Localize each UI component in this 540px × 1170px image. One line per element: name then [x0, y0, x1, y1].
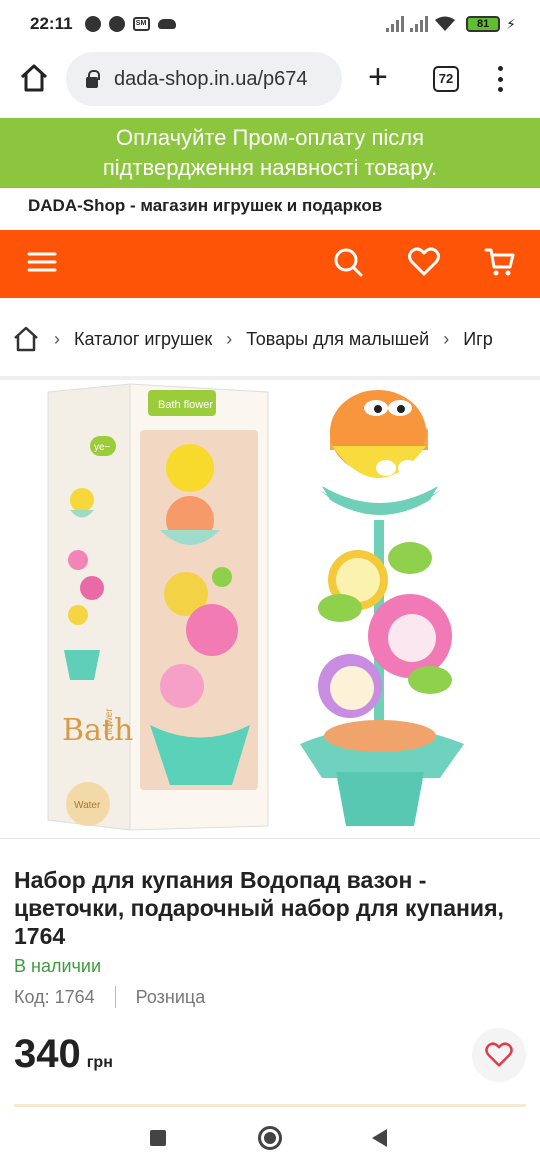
heart-icon	[485, 1042, 513, 1067]
breadcrumb-item[interactable]: Каталог игрушек	[74, 329, 212, 350]
notification-icon	[84, 16, 101, 32]
status-bar: 22:11 SM 81 ⚡	[0, 0, 540, 48]
price-value: 340	[14, 1032, 81, 1076]
price-currency: грн	[86, 1054, 113, 1071]
section-divider	[0, 838, 540, 839]
breadcrumb-item[interactable]: Игр	[463, 329, 493, 350]
battery-icon: 81	[466, 16, 501, 32]
status-time: 22:11	[30, 14, 73, 33]
signal-icon	[386, 16, 405, 32]
recents-icon[interactable]	[150, 1130, 166, 1146]
chevron-right-icon: ›	[443, 328, 450, 349]
hamburger-icon[interactable]	[26, 246, 58, 278]
availability-status: В наличии	[14, 956, 102, 976]
notification-icon	[108, 16, 125, 32]
cart-icon[interactable]	[484, 246, 516, 278]
add-to-favorites-button[interactable]	[472, 1028, 526, 1082]
sale-type: Розница	[135, 986, 206, 1007]
box-label: Bath flower	[158, 399, 213, 411]
payment-banner: Оплачуйте Пром-оплату після підтвердженн…	[0, 118, 540, 188]
section-divider	[14, 1104, 526, 1107]
sim-icon: SM	[132, 17, 150, 31]
home-icon[interactable]	[18, 62, 50, 94]
new-tab-button[interactable]: +	[368, 60, 388, 94]
wifi-icon	[435, 16, 456, 31]
cloud-icon	[157, 19, 176, 29]
search-icon[interactable]	[332, 246, 364, 278]
banner-line-1: Оплачуйте Пром-оплату після	[116, 125, 424, 150]
chevron-right-icon: ›	[226, 328, 233, 349]
address-bar[interactable]: dada-shop.in.ua/p674	[66, 52, 342, 106]
url-text: dada-shop.in.ua/p674	[114, 67, 308, 90]
signal-icon	[410, 16, 429, 32]
product-meta: Код: 1764 Розница	[14, 986, 205, 1008]
charging-icon: ⚡	[506, 15, 516, 32]
browser-menu-button[interactable]	[497, 66, 503, 92]
heart-icon[interactable]	[408, 246, 440, 278]
meta-divider	[114, 986, 116, 1008]
box-logo: Water	[74, 800, 101, 811]
box-bath-label: Bath	[62, 713, 133, 748]
browser-toolbar: dada-shop.in.ua/p674 + 72	[0, 48, 540, 112]
back-icon[interactable]	[372, 1129, 387, 1147]
tab-switcher-button[interactable]: 72	[433, 66, 459, 92]
product-title: Набор для купания Водопад вазон - цветоч…	[14, 867, 504, 949]
shop-header	[0, 230, 540, 298]
product-image[interactable]: Bath flower ye~ Bath flower Water	[0, 380, 540, 836]
shop-tagline[interactable]: DADA-Shop - магазин игрушек и подарков	[28, 196, 382, 216]
lock-icon	[86, 69, 100, 88]
box-bubble: ye~	[94, 442, 111, 453]
product-code: Код: 1764	[14, 986, 95, 1007]
banner-line-2: підтвердження наявності товару.	[102, 155, 438, 180]
box-flower-label: flower	[104, 708, 115, 735]
breadcrumb-item[interactable]: Товары для малышей	[246, 329, 429, 350]
system-nav-bar	[0, 1108, 540, 1170]
home-icon[interactable]	[12, 325, 40, 353]
home-nav-icon[interactable]	[258, 1126, 282, 1150]
product-price: 340 грн	[14, 1032, 113, 1077]
breadcrumb: › Каталог игрушек › Товары для малышей ›…	[0, 314, 540, 364]
chevron-right-icon: ›	[54, 328, 60, 349]
